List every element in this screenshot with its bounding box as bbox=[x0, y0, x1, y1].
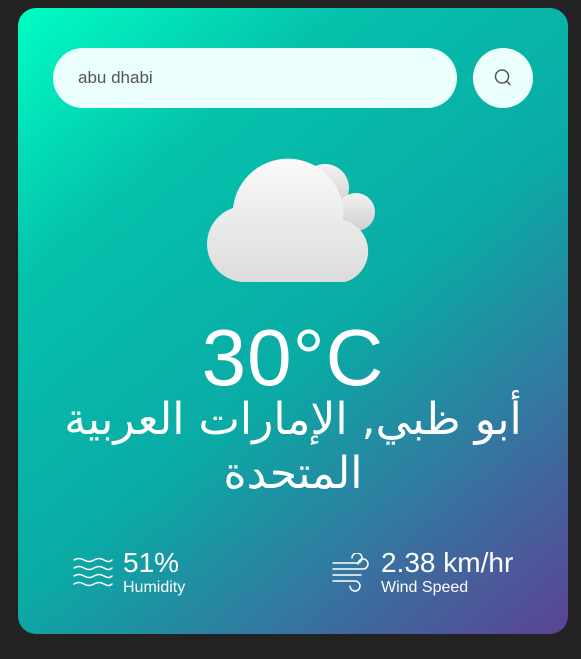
search-input[interactable] bbox=[53, 48, 457, 108]
humidity-value: 51% bbox=[123, 547, 180, 578]
wind-block: 2.38 km/hr Wind Speed bbox=[331, 548, 513, 598]
humidity-info: 51% Humidity bbox=[123, 548, 185, 598]
cloud-icon bbox=[207, 158, 375, 282]
weather-card: 30°C أبو ظبي, الإمارات العربية المتحدة 5… bbox=[18, 8, 568, 634]
wind-value: 2.38 km/hr bbox=[381, 547, 514, 578]
temperature: 30°C bbox=[201, 313, 385, 402]
humidity-block: 51% Humidity bbox=[73, 548, 185, 598]
humidity-icon bbox=[73, 557, 113, 587]
search-icon bbox=[494, 69, 511, 86]
city-name: أبو ظبي, الإمارات العربية المتحدة bbox=[64, 394, 522, 499]
wind-info: 2.38 km/hr Wind Speed bbox=[381, 548, 513, 598]
wind-label: Wind Speed bbox=[381, 579, 469, 596]
wind-icon bbox=[332, 553, 369, 592]
search-button[interactable] bbox=[473, 48, 533, 108]
humidity-label: Humidity bbox=[123, 579, 186, 596]
